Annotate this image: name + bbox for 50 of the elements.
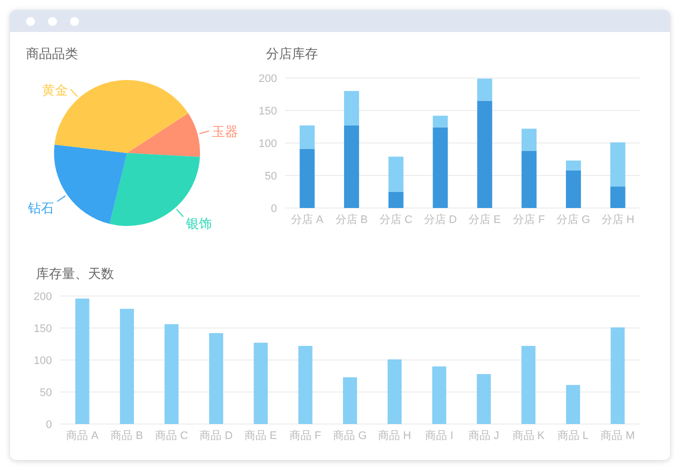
- bar: [566, 384, 580, 424]
- bar: [432, 366, 446, 424]
- window-control[interactable]: [48, 16, 57, 26]
- slice-label: 黄金: [42, 82, 68, 98]
- slice-label: 银饰: [186, 216, 212, 231]
- axis-label: 分店 E: [468, 214, 501, 226]
- axis-label: 分店 G: [556, 214, 590, 226]
- axis-label: 商品 F: [290, 430, 322, 442]
- axis-label: 分店 H: [601, 214, 634, 226]
- axis-label: 商品 D: [200, 430, 233, 442]
- chart-title: 库存量、天数: [36, 266, 114, 282]
- tick-label: 0: [270, 203, 277, 215]
- axis-label: 商品 I: [425, 430, 454, 442]
- leader-line: [70, 88, 78, 98]
- axis-label: 商品 G: [333, 430, 367, 442]
- axis-label: 商品 K: [512, 430, 545, 442]
- axis-label: 商品 L: [557, 430, 589, 442]
- axis-label: 商品 A: [66, 430, 98, 442]
- tick-label: 100: [34, 355, 52, 367]
- slice-label: 玉器: [212, 124, 238, 139]
- slice-label: 钻石: [28, 200, 54, 216]
- axis-label: 分店 D: [424, 214, 457, 226]
- tick-label: 0: [46, 419, 52, 431]
- window-control[interactable]: [70, 16, 79, 26]
- axis-label: 商品 B: [110, 430, 144, 442]
- leader-line: [176, 208, 184, 218]
- leader-line: [56, 195, 66, 202]
- axis-label: 分店 C: [379, 214, 412, 226]
- tick-label: 200: [34, 291, 52, 303]
- bar: [388, 359, 402, 424]
- axis-label: 商品 E: [244, 430, 277, 442]
- tick-label: 50: [40, 387, 52, 399]
- axis-label: 商品 H: [378, 430, 412, 442]
- bar: [476, 374, 491, 424]
- axis-label: 商品 M: [600, 430, 635, 442]
- axis-label: 商品 C: [155, 430, 188, 442]
- tick-label: 200: [258, 73, 277, 85]
- bar: [343, 377, 357, 424]
- axis-label: 分店 A: [290, 214, 324, 226]
- axis-label: 商品 J: [468, 430, 500, 442]
- tick-label: 150: [34, 323, 52, 335]
- tick-label: 50: [264, 170, 277, 182]
- chart-title: 商品品类: [26, 46, 78, 62]
- window-control[interactable]: [26, 16, 35, 26]
- axis-label: 分店 F: [513, 214, 545, 226]
- tick-label: 150: [258, 106, 277, 118]
- axis-label: 分店 B: [335, 214, 368, 226]
- leader-line: [198, 130, 210, 134]
- chart-title: 分店库存: [266, 46, 318, 62]
- tick-label: 100: [258, 138, 277, 150]
